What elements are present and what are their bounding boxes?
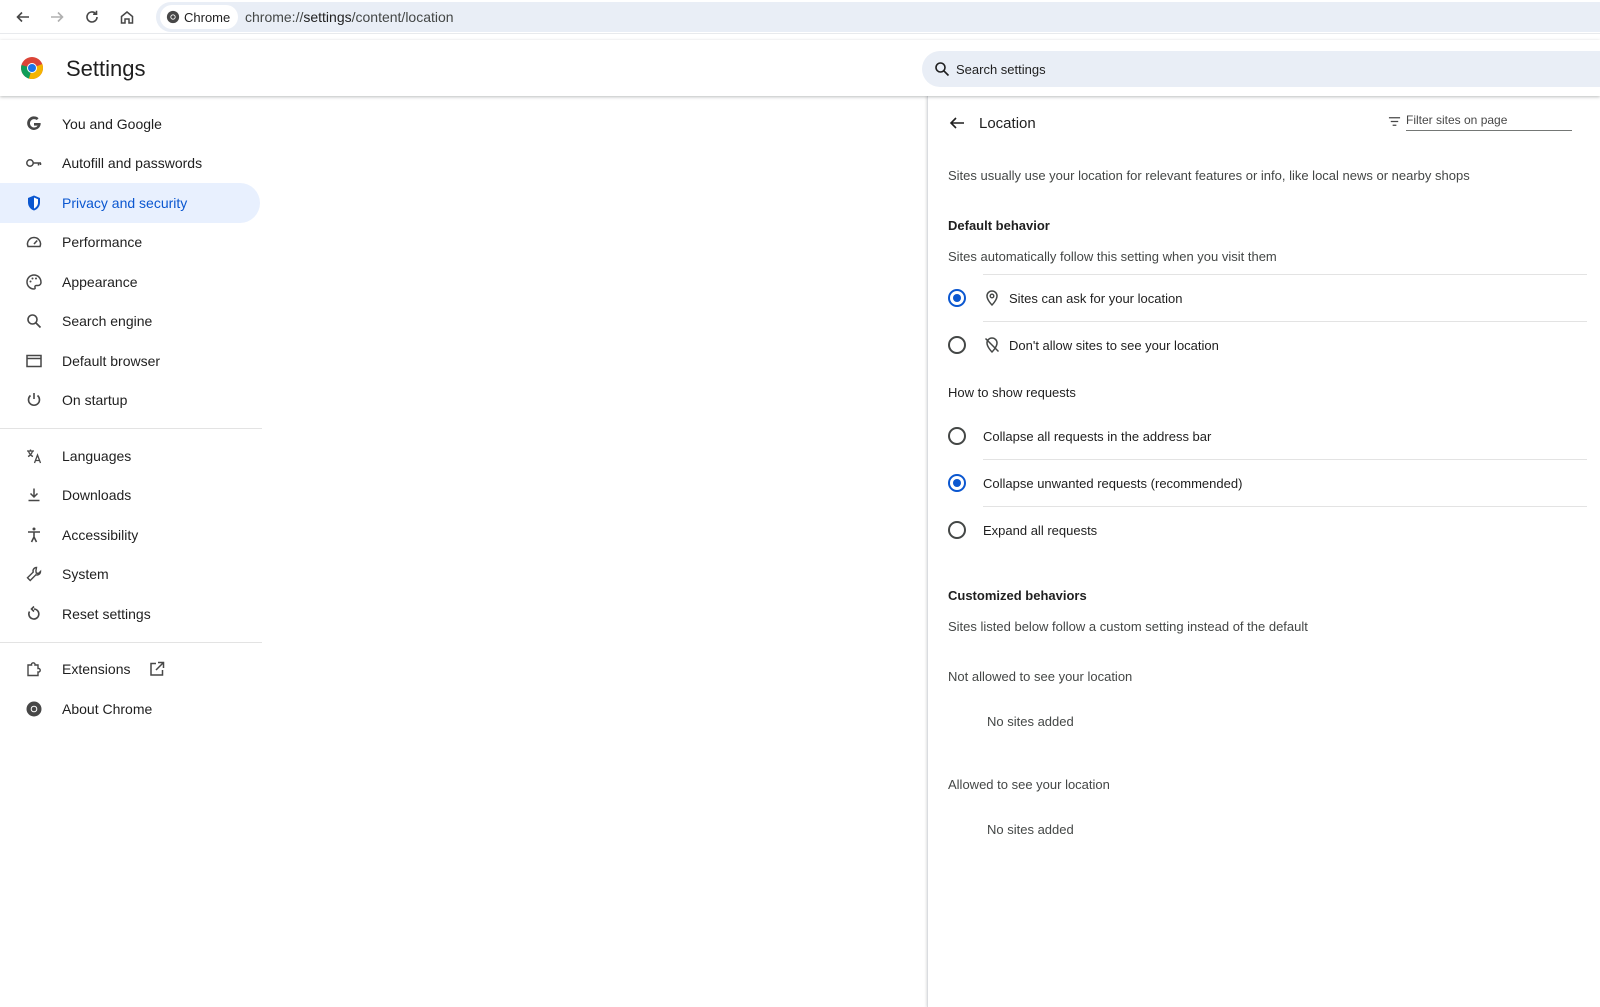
- filter-placeholder: Filter sites on page: [1406, 113, 1508, 127]
- chrome-icon: [24, 699, 44, 719]
- default-behavior-heading: Default behavior: [948, 218, 1050, 233]
- how-to-show-requests-heading: How to show requests: [948, 385, 1076, 400]
- translate-icon: [24, 446, 44, 466]
- browser-toolbar: Chrome chrome://settings/content/locatio…: [0, 0, 1600, 34]
- radio-expand-all-requests[interactable]: Expand all requests: [948, 507, 1588, 553]
- google-g-icon: [24, 114, 44, 134]
- search-icon: [935, 62, 950, 77]
- wrench-icon: [24, 564, 44, 584]
- sidebar-item-search-engine[interactable]: Search engine: [0, 302, 260, 342]
- default-behavior-subtitle: Sites automatically follow this setting …: [948, 249, 1277, 264]
- location-off-icon: [984, 337, 1000, 354]
- sidebar-item-extensions[interactable]: Extensions: [0, 650, 260, 690]
- settings-header: Settings Search settings: [0, 40, 1600, 96]
- back-arrow-icon[interactable]: [948, 114, 966, 132]
- url-text: chrome://settings/content/location: [245, 9, 454, 25]
- sidebar-item-about-chrome[interactable]: About Chrome: [0, 689, 260, 729]
- download-icon: [24, 485, 44, 505]
- reset-icon: [24, 604, 44, 624]
- chrome-icon: [166, 10, 180, 24]
- customized-behaviors-heading: Customized behaviors: [948, 588, 1087, 603]
- radio-button[interactable]: [948, 336, 966, 354]
- location-panel: Location Filter sites on page Sites usua…: [927, 96, 1600, 1007]
- radio-button[interactable]: [948, 521, 966, 539]
- sidebar-divider: [0, 641, 262, 643]
- allowed-empty-text: No sites added: [987, 822, 1074, 837]
- sidebar-item-you-and-google[interactable]: You and Google: [0, 104, 260, 144]
- sidebar-item-autofill[interactable]: Autofill and passwords: [0, 144, 260, 184]
- sidebar-item-on-startup[interactable]: On startup: [0, 381, 260, 421]
- filter-sites-input[interactable]: Filter sites on page: [1388, 111, 1572, 131]
- sidebar-item-system[interactable]: System: [0, 555, 260, 595]
- allowed-heading: Allowed to see your location: [948, 777, 1110, 792]
- browser-window-icon: [24, 351, 44, 371]
- sidebar-divider: [0, 428, 262, 429]
- customized-behaviors-subtitle: Sites listed below follow a custom setti…: [948, 619, 1308, 634]
- search-icon: [24, 311, 44, 331]
- sidebar-item-privacy-security[interactable]: Privacy and security: [0, 183, 260, 223]
- page-title: Settings: [66, 56, 146, 81]
- not-allowed-empty-text: No sites added: [987, 714, 1074, 729]
- reload-icon[interactable]: [79, 5, 105, 29]
- power-icon: [24, 390, 44, 410]
- sidebar: You and Google Autofill and passwords Pr…: [0, 104, 262, 729]
- palette-icon: [24, 272, 44, 292]
- sidebar-item-languages[interactable]: Languages: [0, 436, 260, 476]
- accessibility-icon: [24, 525, 44, 545]
- filter-icon: [1388, 117, 1401, 126]
- search-input[interactable]: Search settings: [922, 51, 1600, 87]
- radio-sites-can-ask[interactable]: Sites can ask for your location: [948, 275, 1588, 321]
- shield-icon: [24, 193, 44, 213]
- radio-collapse-all-requests[interactable]: Collapse all requests in the address bar: [948, 413, 1588, 459]
- location-description: Sites usually use your location for rele…: [948, 168, 1470, 183]
- search-placeholder: Search settings: [956, 62, 1046, 77]
- radio-button-selected[interactable]: [948, 474, 966, 492]
- radio-button[interactable]: [948, 427, 966, 445]
- home-icon[interactable]: [114, 5, 140, 29]
- sidebar-item-appearance[interactable]: Appearance: [0, 262, 260, 302]
- sidebar-item-reset-settings[interactable]: Reset settings: [0, 594, 260, 634]
- radio-button-selected[interactable]: [948, 289, 966, 307]
- location-pin-icon: [986, 290, 998, 307]
- key-icon: [24, 153, 44, 173]
- sidebar-item-accessibility[interactable]: Accessibility: [0, 515, 260, 555]
- chrome-logo-icon: [21, 57, 44, 80]
- speedometer-icon: [24, 232, 44, 252]
- puzzle-icon: [24, 659, 44, 679]
- location-title: Location: [979, 115, 1036, 132]
- radio-dont-allow-location[interactable]: Don't allow sites to see your location: [948, 322, 1588, 368]
- sidebar-item-downloads[interactable]: Downloads: [0, 476, 260, 516]
- not-allowed-heading: Not allowed to see your location: [948, 669, 1133, 684]
- address-bar[interactable]: Chrome chrome://settings/content/locatio…: [156, 2, 1600, 32]
- open-in-new-icon[interactable]: [148, 660, 166, 678]
- chip-label: Chrome: [184, 9, 231, 25]
- site-info-chip[interactable]: Chrome: [160, 5, 239, 29]
- sidebar-item-default-browser[interactable]: Default browser: [0, 341, 260, 381]
- sidebar-item-performance[interactable]: Performance: [0, 223, 260, 263]
- radio-collapse-unwanted-requests[interactable]: Collapse unwanted requests (recommended): [948, 460, 1588, 506]
- forward-icon[interactable]: [44, 5, 70, 29]
- back-icon[interactable]: [10, 5, 36, 29]
